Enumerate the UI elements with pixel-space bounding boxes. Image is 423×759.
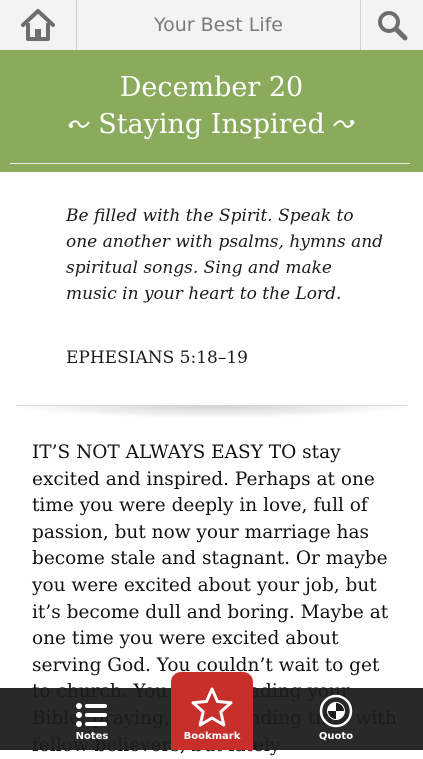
left-flourish-icon <box>68 107 91 143</box>
search-button[interactable] <box>360 0 423 50</box>
app-title: Your Best Life <box>154 14 283 36</box>
quoto-icon <box>319 694 353 728</box>
bookmark-label: Bookmark <box>183 731 241 742</box>
list-icon <box>76 703 107 727</box>
bookmark-button[interactable]: Bookmark <box>171 672 253 750</box>
top-bar: Your Best Life <box>0 0 423 51</box>
scripture-verse: Be filled with the Spirit. Speak to one … <box>66 206 384 304</box>
notes-label: Notes <box>75 731 109 742</box>
quoto-label: Quoto <box>318 731 354 742</box>
entry-title-row: Staying Inspired <box>0 107 423 143</box>
right-flourish-icon <box>332 107 355 143</box>
entry-date: December 20 <box>119 72 304 103</box>
search-icon <box>378 11 408 41</box>
scripture-reference: EPHESIANS 5:18–19 <box>66 348 248 368</box>
home-button[interactable] <box>0 0 77 50</box>
home-icon <box>21 9 55 41</box>
header-divider <box>10 163 410 164</box>
entry-title: Staying Inspired <box>98 109 325 140</box>
section-divider <box>16 405 407 418</box>
star-icon <box>191 687 233 727</box>
day-header: December 20 Staying Inspired <box>0 50 423 172</box>
quoto-button[interactable]: Quoto <box>296 688 376 750</box>
notes-button[interactable]: Notes <box>52 688 132 750</box>
